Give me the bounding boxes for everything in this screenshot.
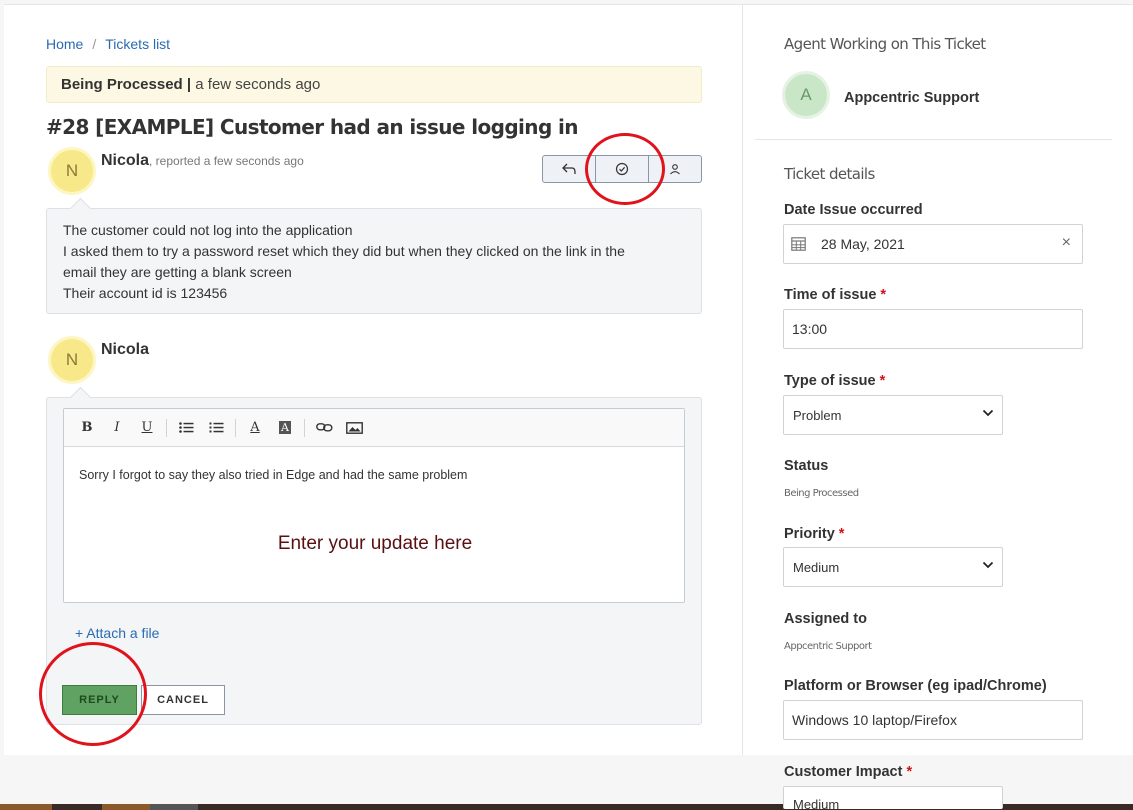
numbered-list-button[interactable] — [201, 416, 231, 440]
type-select[interactable]: Problem — [783, 395, 1003, 435]
impact-value: Medium — [793, 797, 840, 809]
background-color-button[interactable]: A — [270, 416, 300, 440]
status-value: Being Processed — [784, 488, 859, 499]
cancel-button[interactable]: CANCEL — [141, 685, 225, 715]
avatar: N — [48, 147, 96, 195]
highlight-ring-reply — [39, 642, 147, 746]
status-field-label: Status — [784, 458, 829, 474]
priority-value: Medium — [793, 560, 840, 575]
numbered-list-icon — [209, 422, 223, 433]
required-mark: * — [880, 287, 887, 303]
ticket-status-bar: Being Processed | a few seconds ago — [46, 66, 702, 103]
bullet-list-button[interactable] — [171, 416, 201, 440]
breadcrumb-home-link[interactable]: Home — [46, 36, 83, 52]
assigned-value: Appcentric Support — [784, 641, 872, 652]
bullet-list-icon — [178, 422, 193, 433]
chevron-down-icon — [982, 409, 994, 417]
breadcrumb-separator: / — [92, 36, 97, 52]
message-line: The customer could not log into the appl… — [63, 222, 353, 238]
link-button[interactable] — [309, 416, 339, 440]
breadcrumb-tickets-link[interactable]: Tickets list — [105, 36, 170, 52]
message-author: Nicola, reported a few seconds ago — [101, 152, 304, 170]
status-time: a few seconds ago — [195, 76, 321, 93]
reply-arrow-icon — [562, 163, 576, 174]
priority-label: Priority * — [784, 526, 845, 542]
platform-field[interactable]: Windows 10 laptop/Firefox — [783, 700, 1083, 740]
italic-button[interactable]: I — [102, 416, 132, 440]
editor-annotation: Enter your update here — [277, 533, 473, 554]
underline-button[interactable]: U — [132, 416, 162, 440]
type-value: Problem — [793, 408, 842, 423]
message-meta: , reported a few seconds ago — [149, 154, 304, 168]
font-color-button[interactable]: A — [240, 416, 270, 440]
impact-select[interactable]: Medium — [783, 786, 1003, 809]
sidebar-divider — [742, 4, 743, 755]
image-button[interactable] — [339, 416, 369, 440]
breadcrumb: Home / Tickets list — [46, 36, 170, 52]
calendar-icon — [791, 237, 806, 251]
attach-file-link[interactable]: + Attach a file — [75, 625, 159, 641]
background-color-icon: A — [279, 421, 291, 434]
editor-toolbar: B I U A A — [64, 409, 684, 447]
ticket-details-heading: Ticket details — [784, 165, 875, 183]
message-line: I asked them to try a password reset whi… — [63, 243, 625, 259]
sidebar-separator — [755, 139, 1112, 140]
date-value: 28 May, 2021 — [821, 236, 905, 252]
message-line: Their account id is 123456 — [63, 285, 228, 301]
editor-content[interactable]: Sorry I forgot to say they also tried in… — [79, 468, 467, 482]
image-icon — [345, 421, 363, 434]
date-label: Date Issue occurred — [784, 202, 923, 218]
type-label: Type of issue * — [784, 373, 886, 389]
link-icon — [315, 423, 333, 432]
time-label: Time of issue * — [784, 287, 887, 303]
required-mark: * — [838, 526, 845, 542]
assigned-label: Assigned to — [784, 611, 867, 627]
agent-avatar: A — [782, 71, 830, 119]
message-body: The customer could not log into the appl… — [46, 208, 702, 314]
reply-avatar: N — [48, 336, 96, 384]
time-field[interactable]: 13:00 — [783, 309, 1083, 349]
agent-heading: Agent Working on This Ticket — [784, 35, 986, 53]
message-author-name: Nicola — [101, 152, 150, 169]
reply-editor[interactable]: B I U A A Sorry I forgot to say they als… — [63, 408, 685, 603]
agent-name: Appcentric Support — [844, 90, 980, 106]
message-line: email they are getting a blank screen — [63, 264, 292, 280]
bold-button[interactable]: B — [72, 416, 102, 440]
highlight-ring-resolve — [585, 133, 665, 205]
reply-author-name: Nicola — [101, 341, 150, 358]
platform-label: Platform or Browser (eg ipad/Chrome) — [784, 678, 1047, 694]
impact-label: Customer Impact * — [784, 764, 913, 780]
status-label: Being Processed — [61, 76, 183, 93]
required-mark: * — [906, 764, 913, 780]
page-title: #28 [EXAMPLE] Customer had an issue logg… — [46, 115, 579, 139]
required-mark: * — [879, 373, 886, 389]
clear-icon[interactable]: × — [1062, 234, 1071, 252]
priority-select[interactable]: Medium — [783, 547, 1003, 587]
user-icon — [670, 164, 680, 175]
status-divider: | — [186, 76, 192, 93]
chevron-down-icon — [982, 561, 994, 569]
date-field[interactable]: 28 May, 2021 × — [783, 224, 1083, 264]
